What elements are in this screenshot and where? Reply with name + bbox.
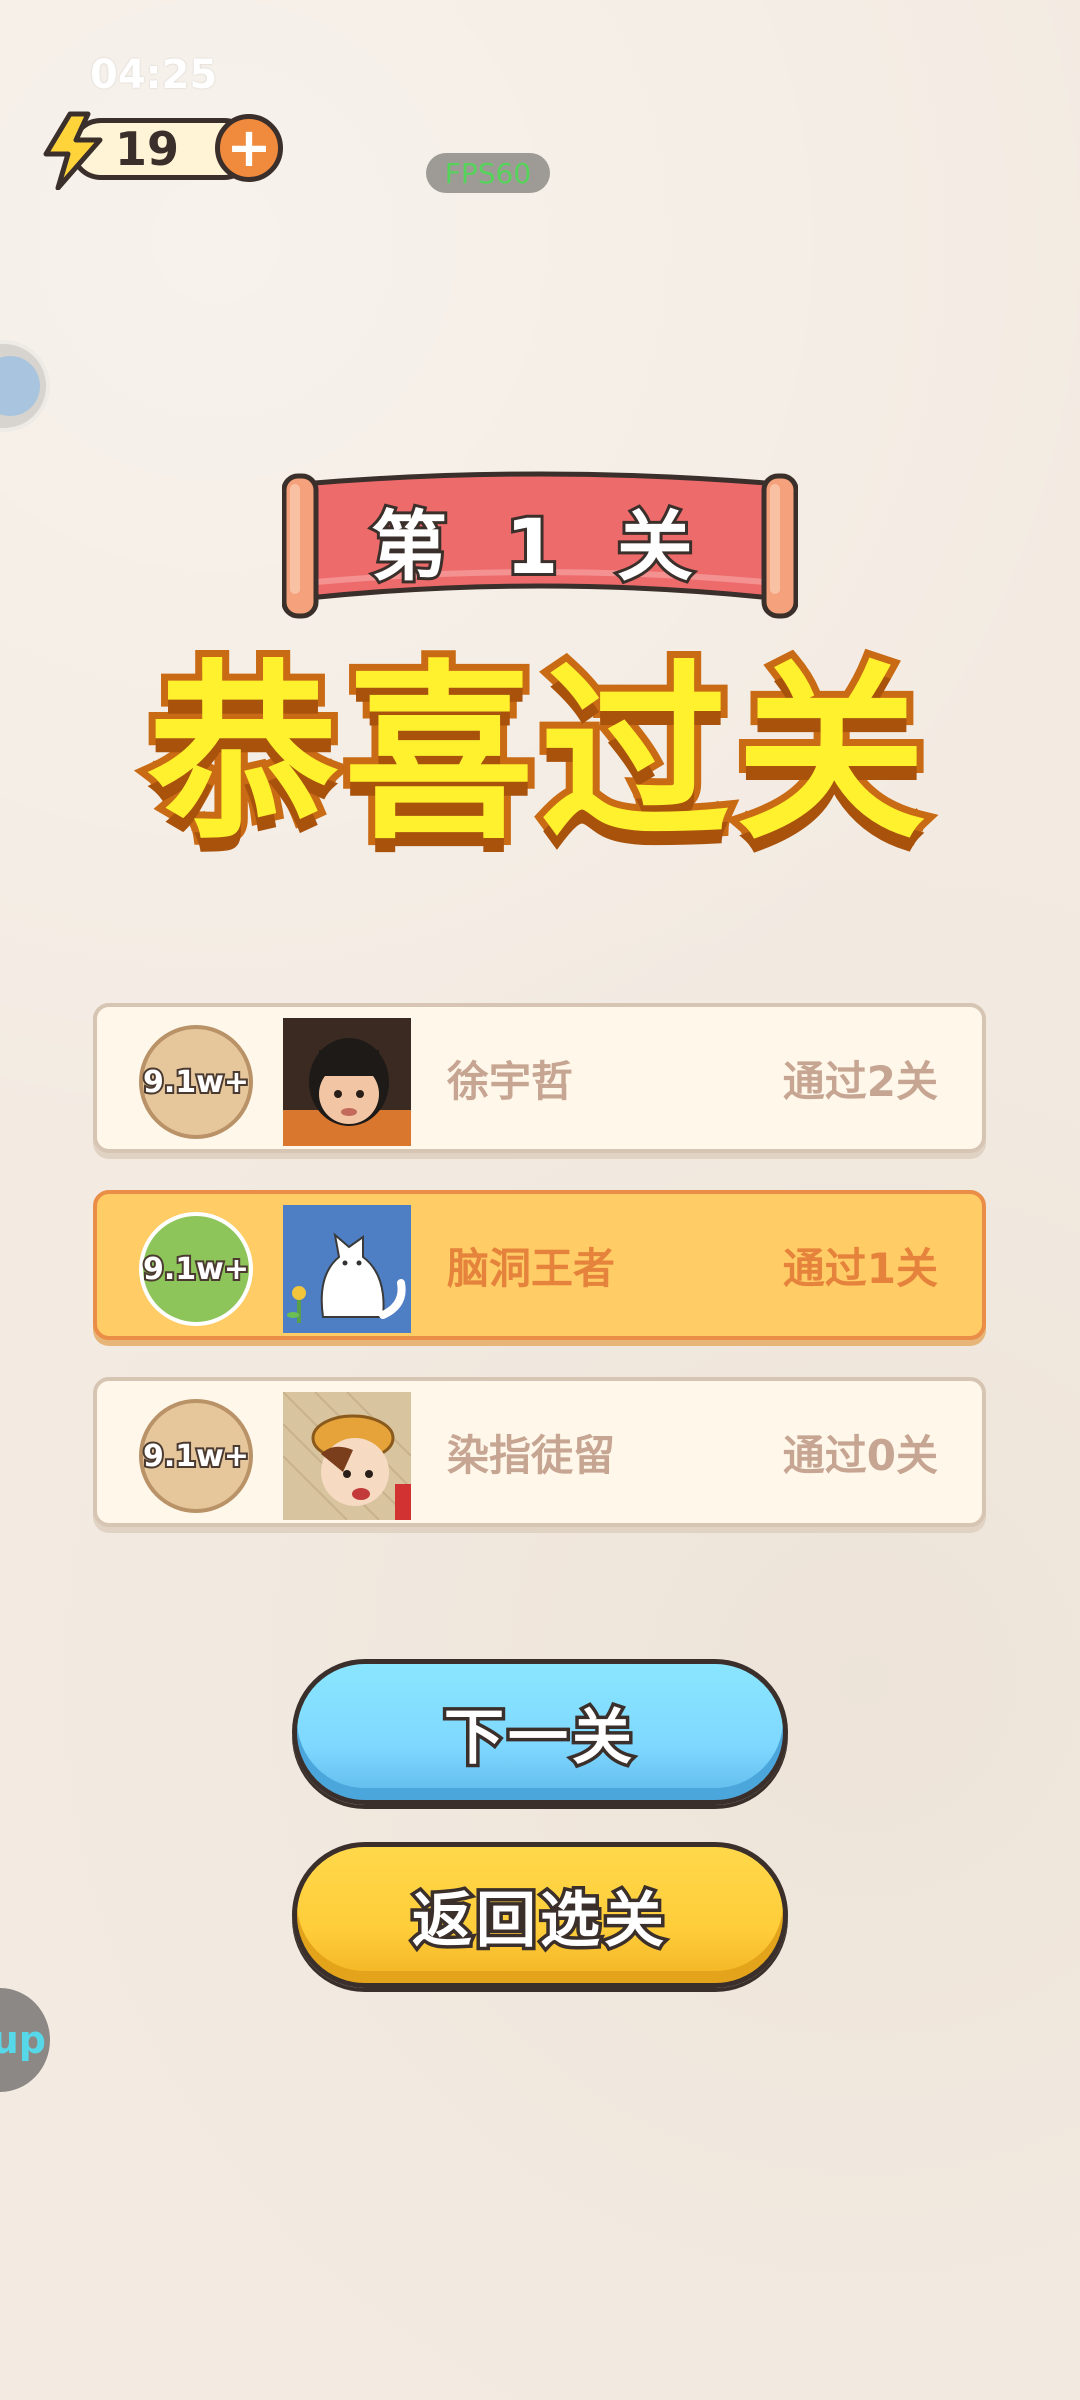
- assistant-avatar-icon: [0, 356, 40, 416]
- ranking-list: 9.1w+ 徐宇哲 通过2关 9.1w+ 脑洞王者 通过1关 9.1w+ 染指徒…: [93, 1003, 986, 1564]
- ranking-row-current-player: 9.1w+ 脑洞王者 通过1关: [93, 1190, 986, 1340]
- energy-count: 19: [115, 122, 180, 176]
- level-banner: 第 1 关: [282, 470, 798, 630]
- avatar: [283, 1018, 411, 1146]
- lightning-bolt-icon: [43, 111, 103, 190]
- floating-assistant-icon[interactable]: [0, 340, 50, 432]
- add-energy-button[interactable]: +: [215, 114, 283, 182]
- ranking-row: 9.1w+ 染指徒留 通过0关: [93, 1377, 986, 1527]
- player-name: 脑洞王者: [447, 1243, 616, 1293]
- player-count-badge: 9.1w+: [139, 1399, 253, 1513]
- girl-avatar-icon: [283, 1018, 411, 1146]
- congratulations-title: 恭喜过关: [141, 644, 933, 865]
- cat-avatar-icon: [283, 1205, 411, 1333]
- fps-indicator: FPS60: [426, 153, 550, 193]
- player-progress: 通过2关: [782, 1056, 938, 1106]
- help-label: up: [0, 2018, 46, 2062]
- energy-counter[interactable]: 19 +: [40, 110, 285, 190]
- avatar: [283, 1392, 411, 1520]
- next-level-button[interactable]: 下一关: [292, 1659, 788, 1805]
- player-progress: 通过1关: [782, 1243, 938, 1293]
- player-progress: 通过0关: [782, 1430, 938, 1480]
- level-label: 第 1 关: [368, 499, 709, 594]
- avatar: [283, 1205, 411, 1333]
- cartoon-kid-avatar-icon: [283, 1392, 411, 1520]
- status-time: 04:25: [90, 52, 218, 98]
- floating-help-button[interactable]: up: [0, 1988, 50, 2092]
- ranking-row: 9.1w+ 徐宇哲 通过2关: [93, 1003, 986, 1153]
- player-count-badge: 9.1w+: [139, 1025, 253, 1139]
- player-name: 染指徒留: [447, 1430, 616, 1480]
- back-to-level-select-button[interactable]: 返回选关: [292, 1842, 788, 1988]
- player-name: 徐宇哲: [447, 1056, 574, 1106]
- player-count-badge: 9.1w+: [139, 1212, 253, 1326]
